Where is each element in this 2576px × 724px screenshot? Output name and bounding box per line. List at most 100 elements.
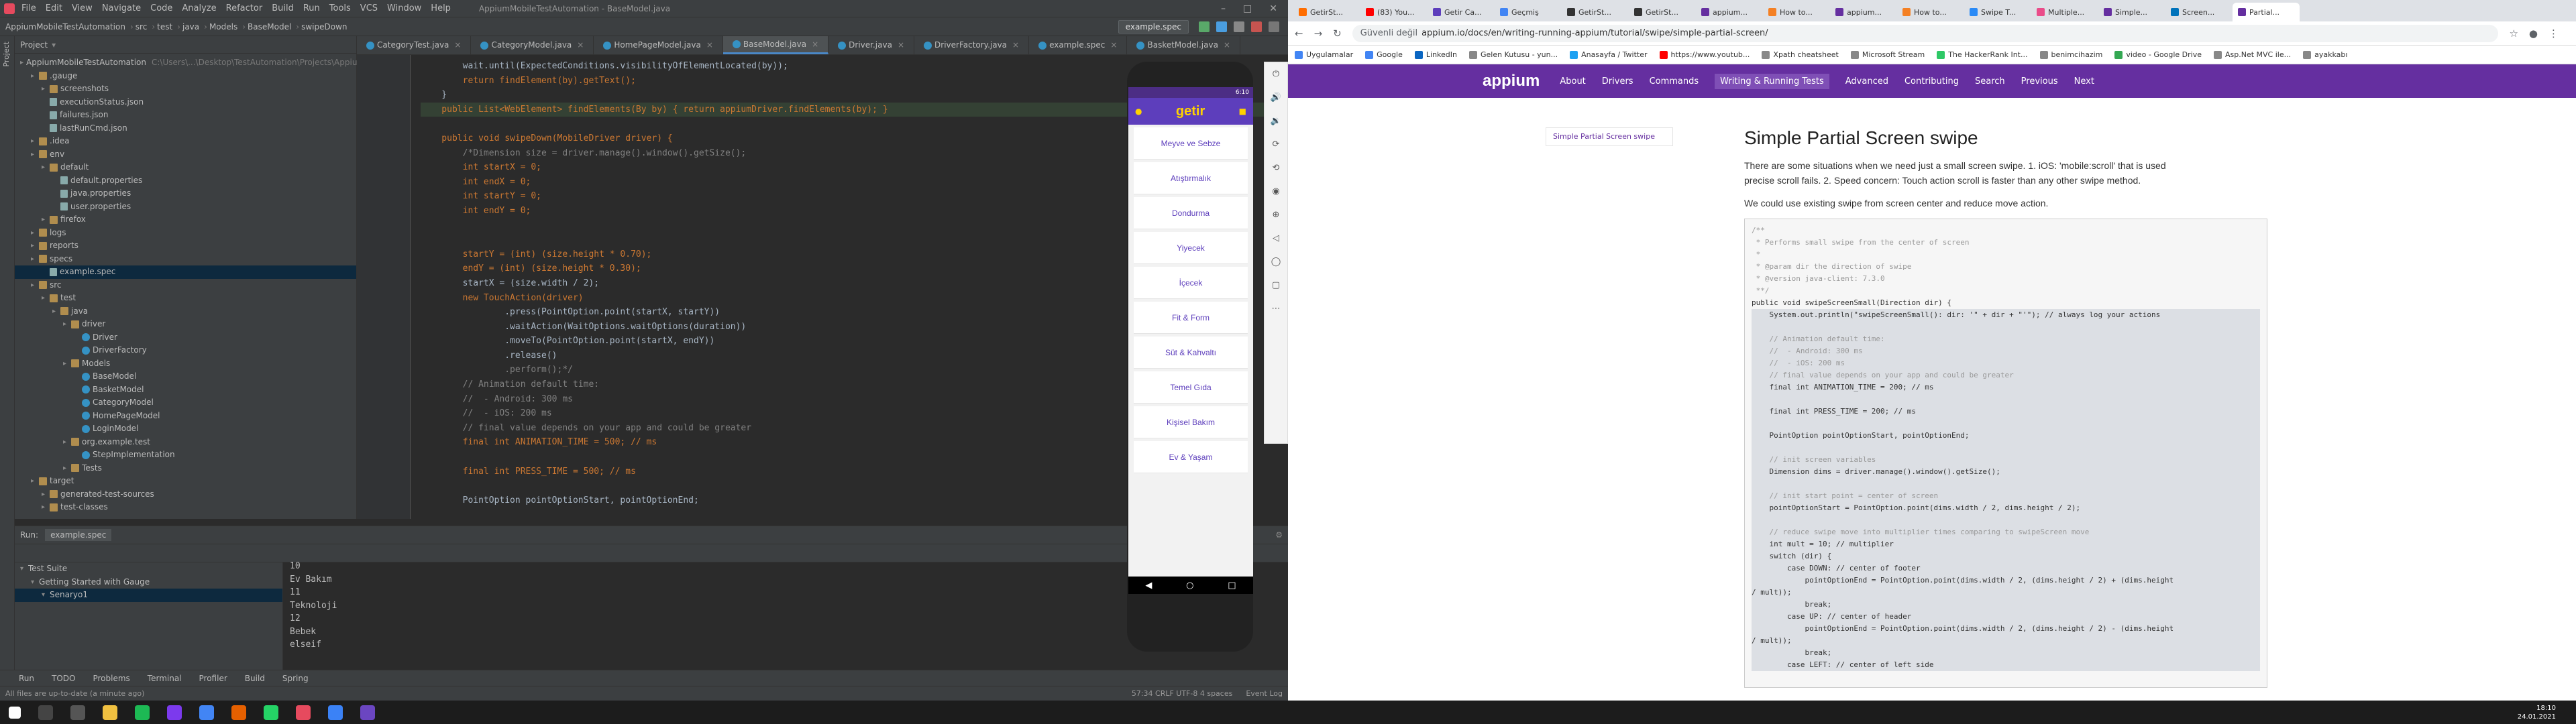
browser-tab[interactable]: How to... (1763, 3, 1830, 21)
category-item[interactable]: Temel Gıda (1134, 371, 1248, 404)
maximize-icon[interactable]: □ (1243, 3, 1252, 14)
taskbar-clock[interactable]: 18:10 24.01.2021 (2518, 704, 2556, 721)
menu-item-vcs[interactable]: VCS (359, 3, 379, 13)
insecure-warning-label[interactable]: Güvenli değil (1360, 28, 1417, 38)
spotify-icon[interactable] (135, 705, 150, 720)
editor-tab[interactable]: HomePageModel.java × (594, 36, 723, 54)
toc-sidebar-link[interactable]: Simple Partial Screen swipe (1546, 127, 1673, 146)
appium-nav-item[interactable]: Next (2074, 76, 2094, 86)
close-tab-icon[interactable]: × (898, 36, 904, 54)
tree-item[interactable]: ▸ test (15, 292, 356, 305)
category-item[interactable]: Ev & Yaşam (1134, 441, 1248, 473)
bottom-tab-spring[interactable]: Spring (282, 674, 309, 683)
code-sample[interactable]: /** * Performs small swipe from the cent… (1744, 219, 2267, 688)
power-icon[interactable]: ⏻ (1273, 69, 1279, 79)
tree-item[interactable]: HomePageModel (15, 410, 356, 423)
test-result-item[interactable]: ▾ Getting Started with Gauge (15, 576, 282, 589)
bookmark-item[interactable]: ayakkabı (2303, 50, 2347, 59)
editor-tab[interactable]: example.spec × (1029, 36, 1128, 54)
tree-item[interactable]: ▸ Tests (15, 462, 356, 475)
home-icon[interactable]: ◯ (1271, 257, 1281, 267)
bookmark-item[interactable]: Google (1365, 50, 1403, 59)
menu-item-navigate[interactable]: Navigate (101, 3, 142, 13)
tree-item[interactable]: ▸ generated-test-sources (15, 488, 356, 501)
editor-tab[interactable]: BasketModel.java × (1127, 36, 1240, 54)
category-item[interactable]: Süt & Kahvaltı (1134, 337, 1248, 369)
category-item[interactable]: Yiyecek (1134, 232, 1248, 264)
bookmark-item[interactable]: The HackerRank Int... (1937, 50, 2028, 59)
appium-nav-item[interactable]: Contributing (1904, 76, 1959, 86)
emulator-icon[interactable] (360, 705, 375, 720)
kebab-menu-icon[interactable]: ⋮ (2548, 27, 2559, 40)
tree-item[interactable]: ▸ java (15, 305, 356, 318)
tree-item[interactable]: ▸ default (15, 161, 356, 174)
menu-item-edit[interactable]: Edit (44, 3, 64, 13)
tree-item[interactable]: java.properties (15, 187, 356, 200)
tree-item[interactable]: Driver (15, 331, 356, 345)
bookmark-item[interactable]: Microsoft Stream (1850, 50, 1925, 59)
volume-up-icon[interactable]: 🔊 (1271, 93, 1281, 103)
tree-item[interactable]: ▸ env (15, 148, 356, 162)
home-circle-icon[interactable]: ○ (1186, 581, 1193, 591)
tree-item[interactable]: ▸ Models (15, 357, 356, 371)
editor-tab[interactable]: Driver.java × (828, 36, 915, 54)
browser-tab[interactable]: Screen... (2165, 3, 2233, 21)
volume-down-icon[interactable]: 🔉 (1271, 116, 1281, 126)
category-item[interactable]: Dondurma (1134, 197, 1248, 229)
run-config-tab[interactable]: example.spec (45, 529, 112, 541)
category-item[interactable]: Meyve ve Sebze (1134, 127, 1248, 160)
browser-tab[interactable]: GetirSt... (1562, 3, 1629, 21)
bookmark-item[interactable]: Gelen Kutusu - yun... (1469, 50, 1558, 59)
project-header-label[interactable]: Project (20, 40, 48, 50)
firefox-icon[interactable] (231, 705, 246, 720)
file-explorer-icon[interactable] (103, 705, 117, 720)
browser-tab[interactable]: Geçmiş (1495, 3, 1562, 21)
tree-item[interactable]: ▸ org.example.test (15, 436, 356, 449)
rotate-right-icon[interactable]: ⟲ (1273, 163, 1280, 173)
category-item[interactable]: Kişisel Bakım (1134, 406, 1248, 438)
windows-start-icon[interactable] (9, 706, 21, 719)
tree-item[interactable]: example.spec (15, 265, 356, 279)
browser-tab[interactable]: Partial... (2233, 3, 2300, 21)
bookmark-star-icon[interactable]: ☆ (2509, 27, 2518, 40)
appium-nav-item[interactable]: Writing & Running Tests (1715, 73, 1829, 89)
browser-tab[interactable]: Multiple... (2031, 3, 2098, 21)
tree-item[interactable]: default.properties (15, 174, 356, 188)
category-item[interactable]: Atıştırmalık (1134, 162, 1248, 194)
breadcrumb-item[interactable]: BaseModel (248, 22, 291, 32)
appium-nav-item[interactable]: Commands (1650, 76, 1699, 86)
appium-nav-item[interactable]: About (1560, 76, 1585, 86)
visual-studio-icon[interactable] (167, 705, 182, 720)
menu-item-window[interactable]: Window (386, 3, 423, 13)
whatsapp-icon[interactable] (264, 705, 278, 720)
tree-item[interactable]: ▸ .gauge (15, 70, 356, 83)
recents-square-icon[interactable]: □ (1228, 581, 1236, 591)
tree-item[interactable]: ▸ target (15, 475, 356, 488)
overview-icon[interactable]: ▢ (1272, 280, 1280, 290)
close-tab-icon[interactable]: × (1224, 36, 1230, 54)
profile-icon[interactable]: ● (1135, 107, 1142, 116)
project-tool-tab[interactable]: Project (0, 36, 13, 72)
tree-item[interactable]: LoginModel (15, 422, 356, 436)
browser-tab[interactable]: appium... (1696, 3, 1763, 21)
close-tab-icon[interactable]: × (1110, 36, 1117, 54)
tree-item[interactable]: DriverFactory (15, 344, 356, 357)
editor-tab[interactable]: BaseModel.java × (722, 36, 829, 54)
back-icon[interactable]: ◁ (1273, 233, 1279, 243)
category-item[interactable]: Fit & Form (1134, 302, 1248, 334)
close-tab-icon[interactable]: × (1012, 36, 1019, 54)
tree-item[interactable]: executionStatus.json (15, 96, 356, 109)
menu-item-code[interactable]: Code (149, 3, 174, 13)
menu-item-refactor[interactable]: Refactor (225, 3, 264, 13)
tree-item[interactable]: ▸ src (15, 279, 356, 292)
minimize-icon[interactable]: – (1221, 3, 1226, 14)
intellij-icon[interactable] (296, 705, 311, 720)
appium-nav-item[interactable]: Advanced (1845, 76, 1888, 86)
back-arrow-icon[interactable]: ← (1295, 27, 1303, 40)
appium-nav-item[interactable]: Previous (2021, 76, 2058, 86)
rotate-icon[interactable]: ⟳ (1273, 139, 1280, 149)
event-log-link[interactable]: Event Log (1246, 689, 1283, 698)
bookmark-item[interactable]: LinkedIn (1414, 50, 1457, 59)
chrome-icon[interactable] (199, 705, 214, 720)
menu-item-build[interactable]: Build (270, 3, 295, 13)
